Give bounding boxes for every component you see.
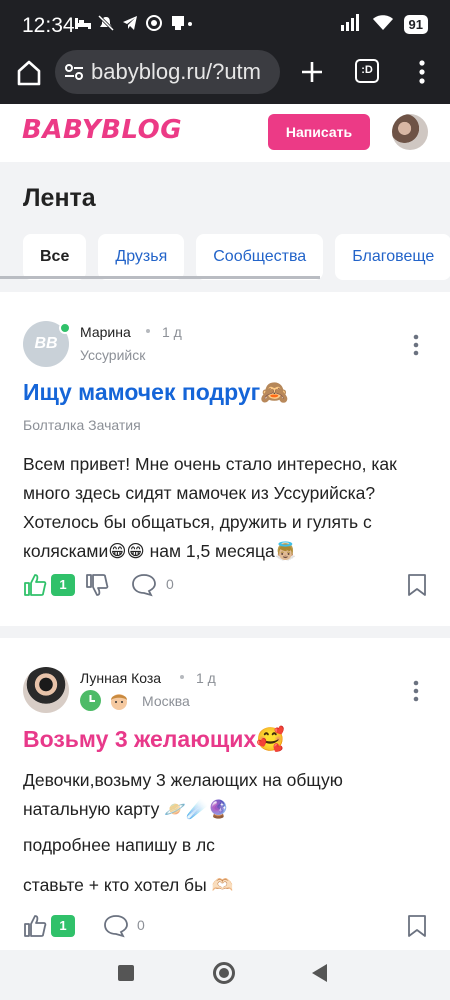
wifi-icon xyxy=(372,13,394,36)
clock-badge-icon xyxy=(80,690,101,711)
new-tab-icon[interactable] xyxy=(298,58,326,86)
author-name[interactable]: Марина xyxy=(80,324,131,340)
address-bar[interactable]: babyblog.ru/?utm xyxy=(55,50,280,94)
post-title[interactable]: Возьму 3 желающих🥰 xyxy=(23,726,285,753)
post-menu-icon[interactable] xyxy=(408,680,424,702)
author-name[interactable]: Лунная Коза xyxy=(80,670,161,686)
post-text: подробнее напишу в лс xyxy=(23,835,215,855)
tab-friends[interactable]: Друзья xyxy=(98,234,185,280)
bookmark-icon[interactable] xyxy=(407,914,427,938)
home-button-icon[interactable] xyxy=(213,962,235,984)
browser-menu-icon[interactable] xyxy=(414,58,430,86)
status-time: 12:34 xyxy=(22,14,75,37)
post-text: Всем привет! Мне очень стало интересно, … xyxy=(23,454,397,561)
system-icons: 91 xyxy=(340,13,428,36)
comment-count: 0 xyxy=(137,917,145,933)
like-icon[interactable] xyxy=(23,573,47,597)
like-icon[interactable] xyxy=(23,914,47,938)
chat-icon xyxy=(170,15,186,31)
like-count: 1 xyxy=(51,915,75,937)
post-card: BB Марина 1 д Уссурийск Ищу мамочек подр… xyxy=(0,292,450,626)
post-actions: 1 0 xyxy=(23,573,428,601)
telegram-icon xyxy=(122,15,138,31)
write-button[interactable]: Написать xyxy=(268,114,370,150)
battery-indicator: 91 xyxy=(403,15,428,34)
url-text: babyblog.ru/?utm xyxy=(91,59,261,84)
system-navigation-bar xyxy=(0,950,450,1000)
author-avatar[interactable] xyxy=(23,667,69,713)
post-text: ставьте + кто хотел бы 🫶🏻 xyxy=(23,875,234,895)
post-actions: 1 0 xyxy=(23,914,428,942)
community-name[interactable]: Болталка Зачатия xyxy=(23,417,141,433)
comment-count: 0 xyxy=(166,576,174,592)
user-avatar[interactable] xyxy=(392,114,428,150)
comment-icon[interactable] xyxy=(103,914,129,938)
babyblog-logo[interactable]: BABYBLOG xyxy=(22,115,182,145)
home-icon[interactable] xyxy=(14,58,44,88)
separator-dot xyxy=(180,675,184,679)
muted-bell-icon xyxy=(97,14,115,32)
comment-icon[interactable] xyxy=(131,573,157,597)
like-count: 1 xyxy=(51,574,75,596)
online-indicator xyxy=(59,322,71,334)
post-time: 1 д xyxy=(196,670,216,686)
tabs-scrollbar[interactable] xyxy=(0,276,320,279)
bookmark-icon[interactable] xyxy=(407,573,427,597)
post-title[interactable]: Ищу мамочек подруг🙈 xyxy=(23,379,289,406)
more-notifications-dot xyxy=(188,22,192,26)
signal-icon xyxy=(340,13,362,36)
back-icon[interactable] xyxy=(312,964,327,982)
tab-switcher-button[interactable]: :D xyxy=(355,59,379,83)
tab-blagoveshchensk[interactable]: Благовеще xyxy=(335,234,450,280)
app-circle-icon xyxy=(146,15,162,31)
site-settings-icon[interactable] xyxy=(64,62,84,82)
post-time: 1 д xyxy=(162,324,182,340)
recent-apps-icon[interactable] xyxy=(118,965,134,981)
dislike-icon[interactable] xyxy=(85,573,109,597)
feed-tabs: Все Друзья Сообщества Благовеще xyxy=(23,234,450,280)
notification-icons xyxy=(74,14,186,32)
post-menu-icon[interactable] xyxy=(408,334,424,356)
tab-all[interactable]: Все xyxy=(23,234,87,280)
separator-dot xyxy=(146,329,150,333)
bed-icon xyxy=(74,15,91,31)
browser-toolbar: babyblog.ru/?utm :D xyxy=(0,48,450,104)
author-city: Москва xyxy=(142,693,190,709)
author-city: Уссурийск xyxy=(80,347,146,363)
tab-communities[interactable]: Сообщества xyxy=(196,234,324,280)
post-card: Лунная Коза 1 д Москва Возьму 3 желающих… xyxy=(0,638,450,1000)
status-bar: 12:34 91 xyxy=(0,0,450,48)
site-header: BABYBLOG Написать xyxy=(0,104,450,162)
page-title: Лента xyxy=(23,184,96,212)
boy-face-icon xyxy=(108,690,130,712)
post-text: Девочки,возьму 3 желающих на общую натал… xyxy=(23,770,343,819)
